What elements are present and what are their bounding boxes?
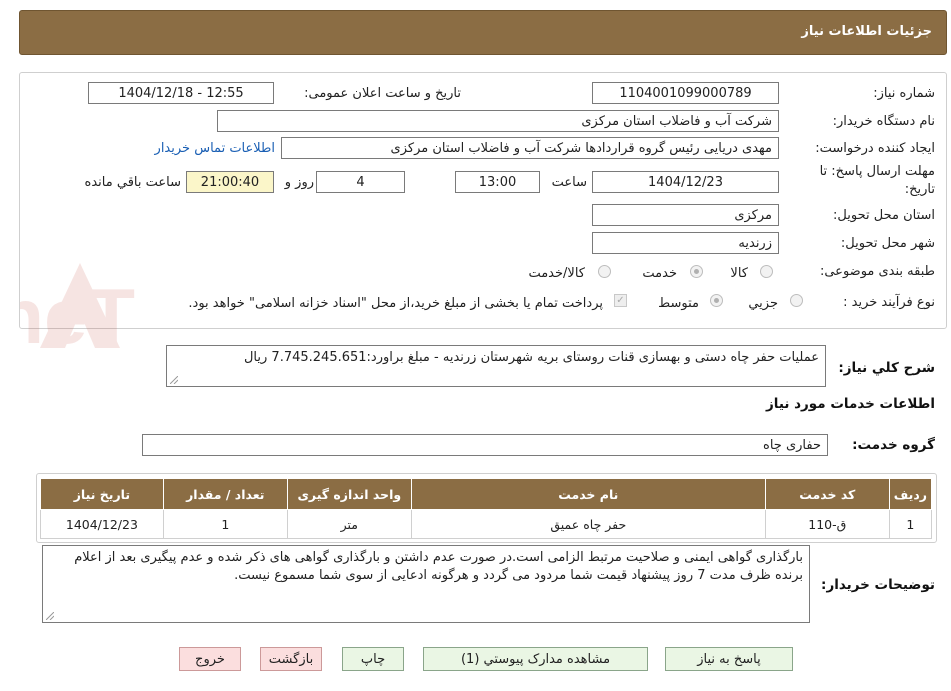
deadline-time-label: ساعت — [551, 175, 587, 190]
col-code: کد خدمت — [764, 478, 890, 510]
print-button[interactable]: چاپ — [342, 647, 404, 671]
watermark-text: AnaTender.neT — [20, 272, 135, 360]
col-unit: واحد اندازه گيری — [286, 478, 412, 510]
page-header: جزئیات اطلاعات نیاز — [19, 10, 947, 55]
province-field[interactable]: مرکزی — [592, 204, 779, 226]
resize-handle-icon[interactable] — [46, 612, 54, 620]
days-label: روز و — [284, 175, 314, 190]
exit-button[interactable]: خروج — [179, 647, 241, 671]
creator-field[interactable]: مهدی دریایی رئیس گروه قراردادها شرکت آب … — [281, 137, 779, 159]
remaining-time-label: ساعت باقي مانده — [84, 175, 181, 190]
category-option-service: خدمت — [642, 266, 677, 281]
category-radio-goods-service[interactable] — [598, 265, 611, 278]
services-section-title: اطلاعات خدمات مورد نياز — [765, 396, 935, 412]
buyer-notes-field[interactable]: بارگذاری گواهی ایمنی و صلاحیت مرتبط الزا… — [42, 545, 810, 623]
col-row: رديف — [888, 478, 933, 510]
cell-name: حفر چاه عمیق — [410, 509, 766, 539]
category-radio-service[interactable] — [690, 265, 703, 278]
cell-qty: 1 — [162, 509, 288, 539]
treasury-checkbox[interactable]: ✓ — [614, 294, 627, 307]
announce-label: تاریخ و ساعت اعلان عمومی: — [304, 86, 461, 101]
treasury-note: پرداخت تمام یا بخشی از مبلغ خرید،از محل … — [188, 296, 603, 311]
reply-button[interactable]: پاسخ به نياز — [665, 647, 793, 671]
need-number-label: شماره نیاز: — [873, 86, 935, 101]
description-label: شرح کلي نياز: — [838, 360, 935, 376]
col-name: نام خدمت — [410, 478, 766, 510]
back-button[interactable]: بازگشت — [260, 647, 322, 671]
buyer-org-label: نام دستگاه خریدار: — [832, 114, 935, 129]
process-option-small: جزیي — [748, 296, 778, 311]
deadline-label-date: تاریخ: — [904, 182, 935, 197]
deadline-date-field[interactable]: 1404/12/23 — [592, 171, 779, 193]
city-label: شهر محل تحویل: — [840, 236, 935, 251]
resize-handle-icon[interactable] — [170, 376, 178, 384]
cell-unit: متر — [286, 509, 412, 539]
service-group-field[interactable]: حفاری چاه — [142, 434, 828, 456]
col-date: تاريخ نياز — [40, 478, 164, 510]
category-label: طبقه بندی موضوعی: — [819, 264, 935, 279]
category-option-goods-service: کالا/خدمت — [528, 266, 585, 281]
province-label: استان محل تحویل: — [833, 208, 935, 223]
buyer-notes-text: بارگذاری گواهی ایمنی و صلاحیت مرتبط الزا… — [74, 550, 803, 583]
process-radio-small[interactable] — [790, 294, 803, 307]
page-title: جزئیات اطلاعات نیاز — [801, 24, 932, 39]
process-label: نوع فرآیند خرید : — [843, 295, 935, 310]
remaining-time-field: 21:00:40 — [186, 171, 274, 193]
view-attachments-button[interactable]: مشاهده مدارک پيوستي (1) — [423, 647, 648, 671]
description-text: عملیات حفر چاه دستی و بهسازی قنات روستای… — [243, 350, 819, 365]
cell-code: ق-110 — [764, 509, 890, 539]
buyer-org-field[interactable]: شرکت آب و فاضلاب استان مرکزی — [217, 110, 779, 132]
days-field[interactable]: 4 — [316, 171, 405, 193]
need-number-field[interactable]: 1104001099000789 — [592, 82, 779, 104]
services-table: رديف کد خدمت نام خدمت واحد اندازه گيری ت… — [40, 478, 933, 539]
table-row[interactable]: 1 ق-110 حفر چاه عمیق متر 1 1404/12/23 — [40, 509, 933, 539]
creator-label: ایجاد کننده درخواست: — [815, 141, 935, 156]
category-option-goods: کالا — [730, 266, 748, 281]
buyer-notes-label: توضيحات خريدار: — [821, 577, 935, 593]
buyer-contact-link[interactable]: اطلاعات تماس خریدار — [155, 141, 275, 156]
service-group-label: گروه خدمت: — [852, 437, 935, 453]
category-radio-goods[interactable] — [760, 265, 773, 278]
description-field[interactable]: عملیات حفر چاه دستی و بهسازی قنات روستای… — [166, 345, 826, 387]
deadline-time-field[interactable]: 13:00 — [455, 171, 540, 193]
announce-field[interactable]: 1404/12/18 - 12:55 — [88, 82, 274, 104]
city-field[interactable]: زرندیه — [592, 232, 779, 254]
process-option-medium: متوسط — [658, 296, 699, 311]
process-radio-medium[interactable] — [710, 294, 723, 307]
col-qty: تعداد / مقدار — [162, 478, 288, 510]
table-header-row: رديف کد خدمت نام خدمت واحد اندازه گيری ت… — [40, 478, 933, 510]
cell-date: 1404/12/23 — [40, 509, 164, 539]
cell-row: 1 — [888, 509, 933, 539]
deadline-label: مهلت ارسال پاسخ: تا — [819, 164, 935, 179]
